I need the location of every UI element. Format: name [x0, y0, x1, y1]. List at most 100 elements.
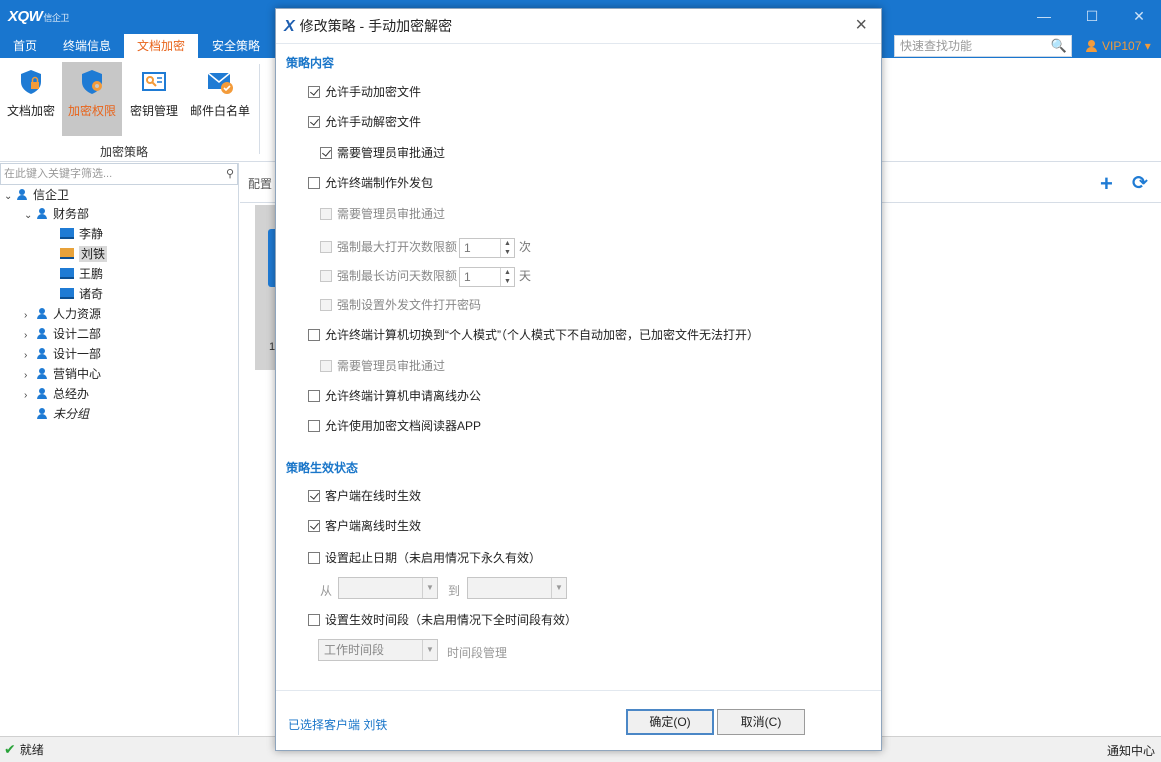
add-icon[interactable]: +	[1100, 171, 1113, 197]
time-period-select[interactable]: 工作时间段 ▼	[318, 639, 438, 661]
chevron-right-icon[interactable]: ›	[24, 346, 36, 366]
close-icon[interactable]: ×	[855, 9, 867, 41]
checkbox-online-effect[interactable]: 客户端在线时生效	[308, 488, 421, 504]
checkbox-manual-encrypt[interactable]: 允许手动加密文件	[308, 84, 421, 100]
policy-card[interactable]: 1	[255, 205, 277, 370]
quick-search-input[interactable]: 快速查找功能 🔍	[894, 35, 1072, 57]
end-date-picker[interactable]: ▼	[467, 577, 567, 599]
checkbox-box[interactable]	[308, 177, 320, 189]
checkbox-label: 允许终端计算机切换到“个人模式”（个人模式下不自动加密，已加密文件无法打开）	[325, 328, 759, 342]
checkbox-box[interactable]	[308, 390, 320, 402]
ribbon-mail-whitelist-button[interactable]: 邮件白名单	[188, 62, 252, 136]
stepper-arrows-icon[interactable]: ▲ ▼	[500, 267, 514, 286]
checkbox-label: 强制最大打开次数限额	[337, 240, 458, 254]
checkbox-label: 强制设置外发文件打开密码	[337, 298, 482, 312]
start-date-picker[interactable]: ▼	[338, 577, 438, 599]
time-period-manage-link[interactable]: 时间段管理	[447, 644, 507, 661]
tree-node-group[interactable]: ⌄ 信企卫	[4, 185, 69, 205]
checkbox-box[interactable]	[320, 147, 332, 159]
chevron-right-icon[interactable]: ›	[24, 306, 36, 326]
selected-client-link[interactable]: 已选择客户端 刘铁	[288, 716, 387, 733]
tree-node-label: 王鹏	[79, 267, 104, 281]
checkbox-manual-decrypt[interactable]: 允许手动解密文件	[308, 114, 421, 130]
checkbox-offline-effect[interactable]: 客户端离线时生效	[308, 518, 421, 534]
minimize-button[interactable]: —	[1034, 8, 1054, 24]
chevron-down-icon[interactable]: ▼	[422, 578, 437, 598]
checkbox-outgoing-package[interactable]: 允许终端制作外发包	[308, 175, 433, 191]
checkbox-box[interactable]	[320, 360, 332, 372]
chevron-right-icon[interactable]: ›	[24, 326, 36, 346]
tree-node-group[interactable]: › 总经办	[24, 384, 89, 404]
checkbox-outgoing-approval[interactable]: 需要管理员审批通过	[320, 206, 445, 222]
ribbon-group-label: 加密策略	[100, 145, 149, 159]
chevron-down-icon[interactable]: ▼	[551, 578, 566, 598]
tree-node-group[interactable]: 未分组	[24, 404, 89, 424]
tab-home[interactable]: 首页	[0, 34, 50, 58]
search-icon[interactable]: ⚲	[226, 164, 234, 184]
tree-node-group[interactable]: › 人力资源	[24, 304, 101, 324]
chevron-right-icon[interactable]: ›	[24, 366, 36, 386]
group-icon	[36, 328, 48, 339]
stepper-arrows-icon[interactable]: ▲ ▼	[500, 238, 514, 257]
checkbox-time-period[interactable]: 设置生效时间段（未启用情况下全时间段有效）	[308, 612, 577, 628]
checkbox-box[interactable]	[320, 208, 332, 220]
vip-account-menu[interactable]: VIP107 ▾	[1086, 34, 1151, 58]
tree-node-pc[interactable]: 李静	[60, 224, 103, 244]
checkbox-box[interactable]	[308, 552, 320, 564]
checkbox-box[interactable]	[308, 614, 320, 626]
tree-node-pc[interactable]: 诸奇	[60, 284, 103, 304]
ribbon-label: 密钥管理	[129, 104, 178, 118]
checkbox-decrypt-approval[interactable]: 需要管理员审批通过	[320, 145, 445, 161]
tab-doc-encrypt[interactable]: 文档加密	[124, 34, 198, 58]
search-icon[interactable]: 🔍	[1051, 36, 1067, 56]
dialog-title: 修改策略 - 手动加密解密	[299, 18, 453, 34]
close-window-button[interactable]: ✕	[1129, 8, 1149, 25]
refresh-icon[interactable]: ⟳	[1132, 172, 1148, 195]
checkbox-outgoing-password[interactable]: 强制设置外发文件打开密码	[320, 297, 481, 313]
cancel-button[interactable]: 取消(C)	[717, 709, 805, 735]
checkbox-box[interactable]	[308, 329, 320, 341]
checkbox-max-open-count[interactable]: 强制最大打开次数限额 1 ▲ ▼ 次	[320, 236, 531, 258]
tree-node-group[interactable]: › 设计一部	[24, 344, 101, 364]
tree-node-label: 总经办	[53, 387, 90, 401]
checkbox-max-access-days[interactable]: 强制最长访问天数限额 1 ▲ ▼ 天	[320, 265, 531, 287]
checkbox-box[interactable]	[308, 86, 320, 98]
ribbon-label: 邮件白名单	[189, 104, 250, 118]
chevron-right-icon[interactable]: ›	[24, 386, 36, 406]
max-open-stepper[interactable]: 1 ▲ ▼	[459, 237, 516, 258]
group-icon	[16, 189, 28, 200]
max-days-stepper[interactable]: 1 ▲ ▼	[459, 266, 516, 287]
checkbox-personal-mode[interactable]: 允许终端计算机切换到“个人模式”（个人模式下不自动加密，已加密文件无法打开）	[308, 327, 759, 343]
maximize-button[interactable]: ☐	[1082, 8, 1102, 25]
tree-node-pc-selected[interactable]: 刘铁	[60, 244, 108, 264]
key-card-icon	[140, 68, 168, 96]
tab-terminal-info[interactable]: 终端信息	[50, 34, 124, 58]
chevron-down-icon[interactable]: ⌄	[24, 206, 36, 226]
ribbon-doc-encrypt-button[interactable]: 文档加密	[4, 62, 58, 136]
checkbox-label: 允许终端计算机申请离线办公	[325, 389, 482, 403]
checkbox-label: 需要管理员审批通过	[337, 146, 446, 160]
tree-node-group[interactable]: › 设计二部	[24, 324, 101, 344]
checkbox-box[interactable]	[308, 420, 320, 432]
chevron-down-icon[interactable]: ▼	[422, 640, 437, 660]
checkbox-box[interactable]	[320, 270, 332, 282]
tree-filter-input[interactable]: 在此键入关键字筛选... ⚲	[0, 163, 238, 185]
checkbox-date-range[interactable]: 设置起止日期（未启用情况下永久有效）	[308, 550, 541, 566]
tree-node-group[interactable]: › 营销中心	[24, 364, 101, 384]
checkbox-box[interactable]	[308, 116, 320, 128]
ribbon-encrypt-permission-button[interactable]: 加密权限	[62, 62, 122, 136]
ribbon-key-manage-button[interactable]: 密钥管理	[126, 62, 182, 136]
tab-security-policy[interactable]: 安全策略	[198, 34, 274, 58]
checkbox-box[interactable]	[308, 490, 320, 502]
checkbox-personal-approval[interactable]: 需要管理员审批通过	[320, 358, 445, 374]
checkbox-box[interactable]	[320, 299, 332, 311]
tree-node-group[interactable]: ⌄ 财务部	[24, 204, 89, 224]
chevron-down-icon[interactable]: ⌄	[4, 187, 16, 207]
notification-center-link[interactable]: 通知中心	[1107, 742, 1155, 759]
checkbox-offline-office[interactable]: 允许终端计算机申请离线办公	[308, 388, 481, 404]
checkbox-box[interactable]	[308, 520, 320, 532]
checkbox-reader-app[interactable]: 允许使用加密文档阅读器APP	[308, 418, 481, 434]
ok-button[interactable]: 确定(O)	[626, 709, 714, 735]
tree-node-pc[interactable]: 王鹏	[60, 264, 103, 284]
checkbox-box[interactable]	[320, 241, 332, 253]
